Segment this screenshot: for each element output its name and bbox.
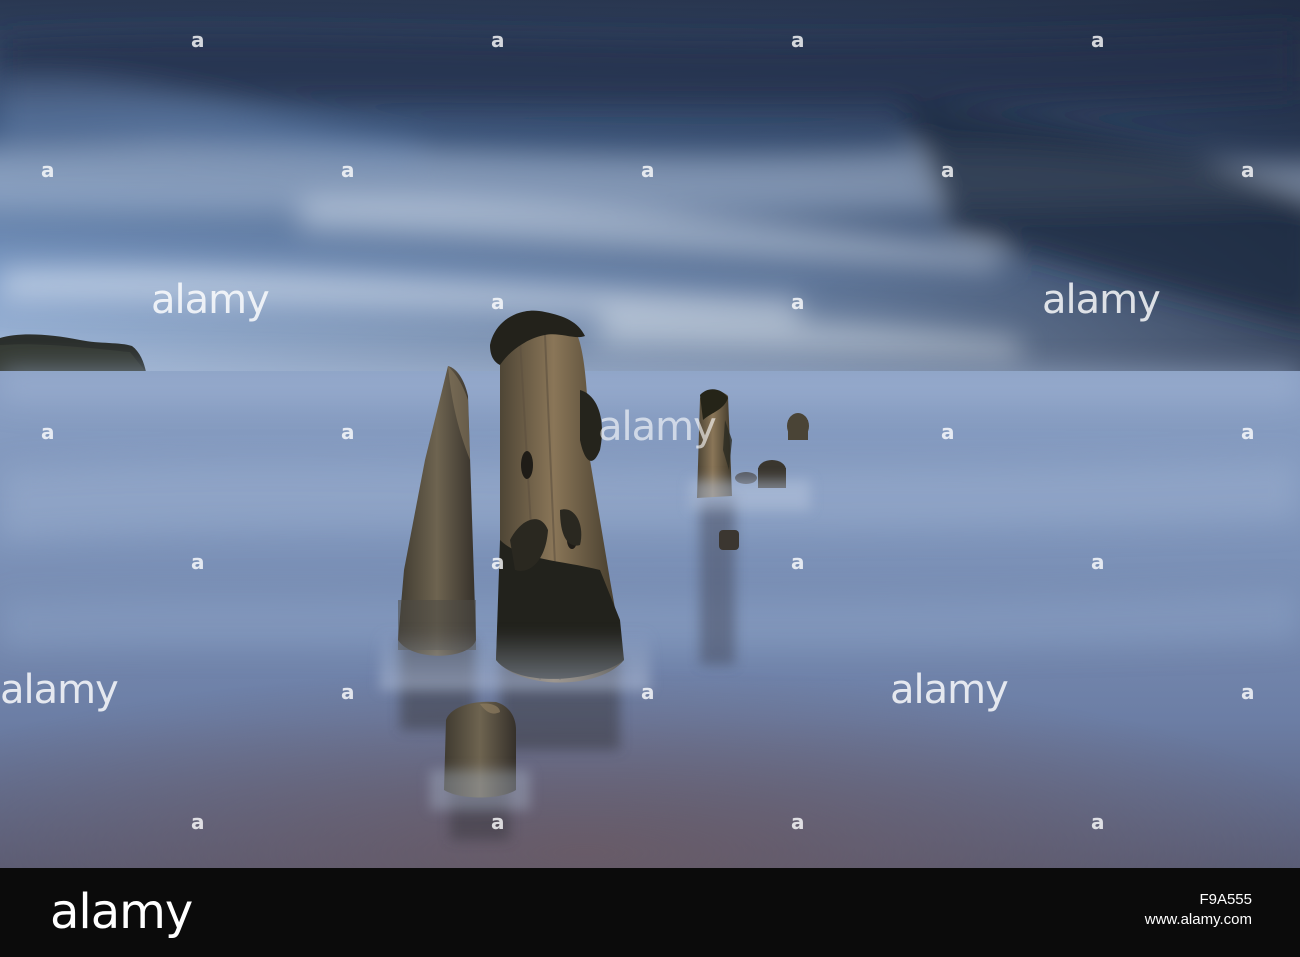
wet-sand: [0, 560, 1300, 868]
footer-url: www.alamy.com: [1144, 910, 1252, 928]
footer-logo: alamy: [50, 884, 193, 940]
image-id: F9A555: [1199, 891, 1252, 908]
footer-bar: alamy F9A555 www.alamy.com: [0, 868, 1300, 957]
footer-info: F9A555 www.alamy.com: [1145, 890, 1252, 929]
seascape-photo: [0, 0, 1300, 868]
stock-photo-page: a a a a a a a a a alamy a a alamy a a al…: [0, 0, 1300, 957]
